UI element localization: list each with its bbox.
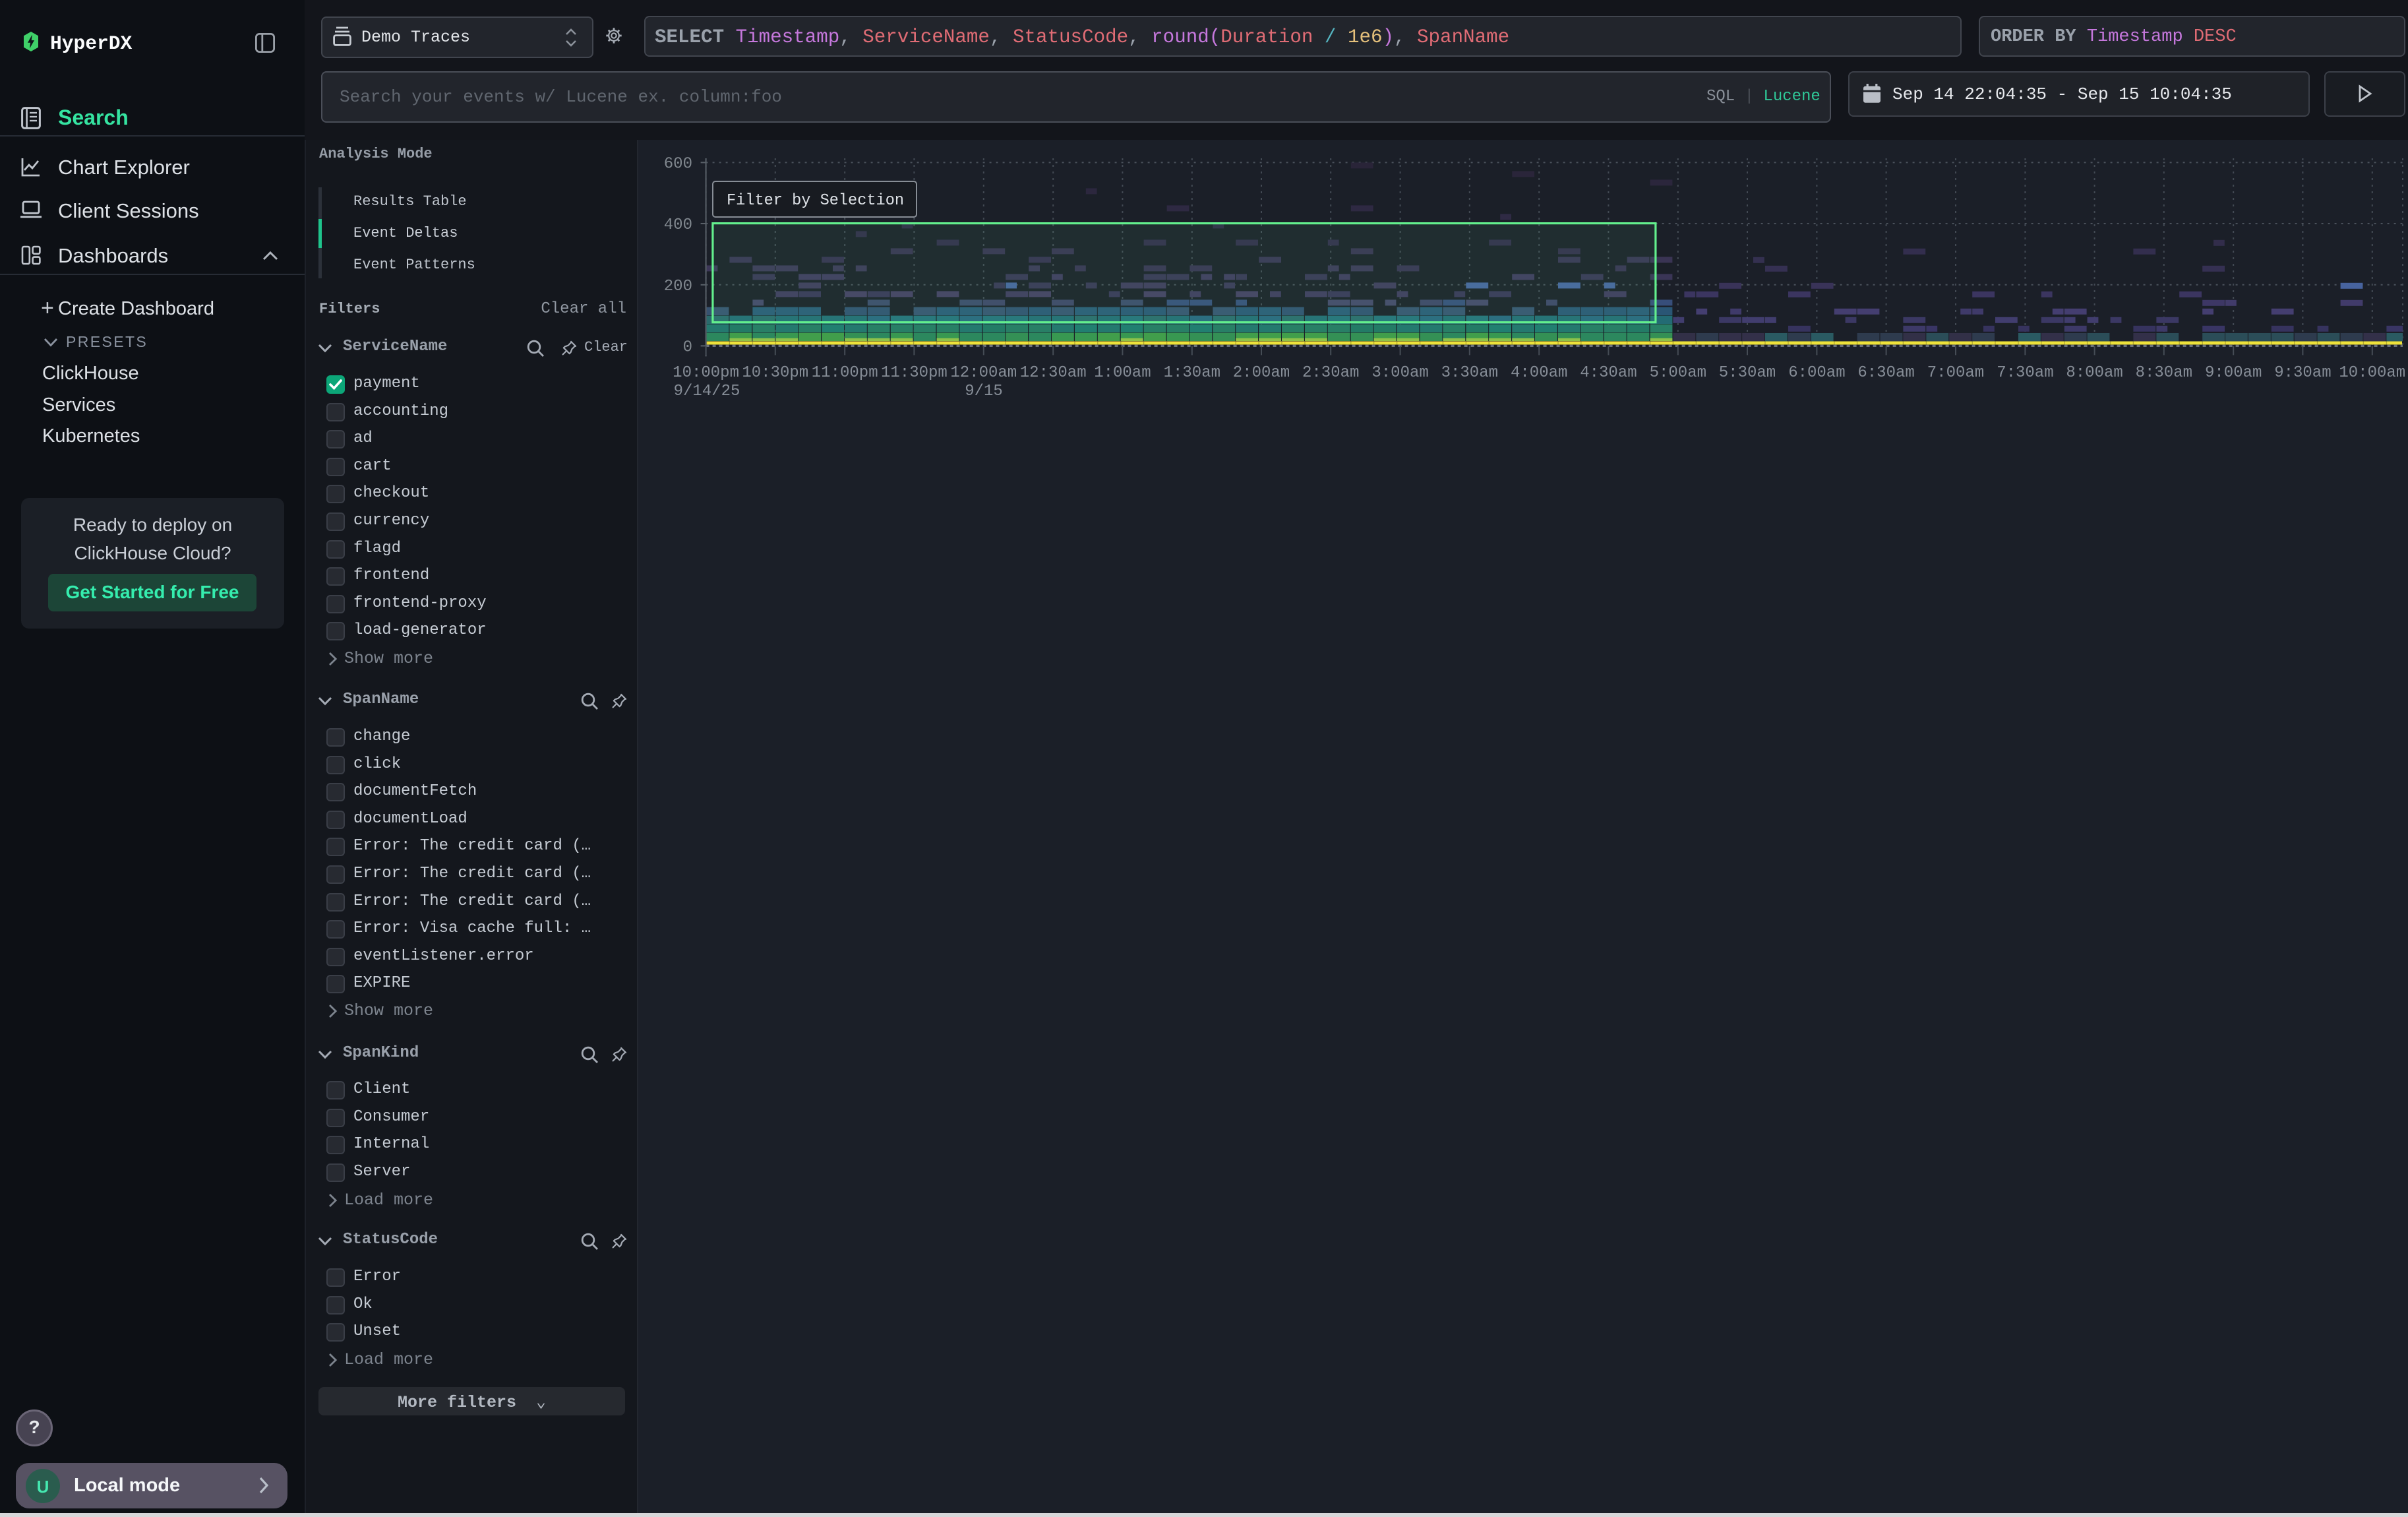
svg-text:12:30am: 12:30am	[1020, 364, 1087, 382]
svg-text:Filter by Selection: Filter by Selection	[727, 192, 904, 210]
svg-text:0: 0	[683, 338, 692, 356]
svg-text:9/14/25: 9/14/25	[674, 383, 740, 400]
svg-text:2:30am: 2:30am	[1302, 364, 1359, 382]
svg-text:12:00am: 12:00am	[950, 364, 1017, 382]
svg-text:200: 200	[664, 278, 692, 295]
svg-text:600: 600	[664, 155, 692, 173]
svg-text:1:00am: 1:00am	[1094, 364, 1151, 382]
svg-text:400: 400	[664, 216, 692, 234]
svg-text:9/15: 9/15	[965, 383, 1003, 400]
svg-text:3:30am: 3:30am	[1441, 364, 1498, 382]
svg-text:8:00am: 8:00am	[2066, 364, 2122, 382]
svg-text:3:00am: 3:00am	[1371, 364, 1428, 382]
svg-text:11:30pm: 11:30pm	[881, 364, 948, 382]
svg-text:6:00am: 6:00am	[1788, 364, 1845, 382]
svg-text:11:00pm: 11:00pm	[812, 364, 878, 382]
svg-text:10:00am: 10:00am	[2339, 364, 2405, 382]
svg-text:5:30am: 5:30am	[1719, 364, 1776, 382]
svg-text:2:00am: 2:00am	[1233, 364, 1290, 382]
svg-text:5:00am: 5:00am	[1650, 364, 1706, 382]
svg-text:7:00am: 7:00am	[1927, 364, 1984, 382]
svg-text:1:30am: 1:30am	[1164, 364, 1220, 382]
svg-text:4:30am: 4:30am	[1580, 364, 1637, 382]
svg-text:10:00pm: 10:00pm	[673, 364, 739, 382]
svg-text:4:00am: 4:00am	[1511, 364, 1567, 382]
svg-text:9:30am: 9:30am	[2274, 364, 2331, 382]
svg-text:10:30pm: 10:30pm	[742, 364, 808, 382]
svg-text:8:30am: 8:30am	[2136, 364, 2192, 382]
svg-text:6:30am: 6:30am	[1857, 364, 1914, 382]
svg-text:7:30am: 7:30am	[1997, 364, 2053, 382]
svg-text:9:00am: 9:00am	[2205, 364, 2262, 382]
